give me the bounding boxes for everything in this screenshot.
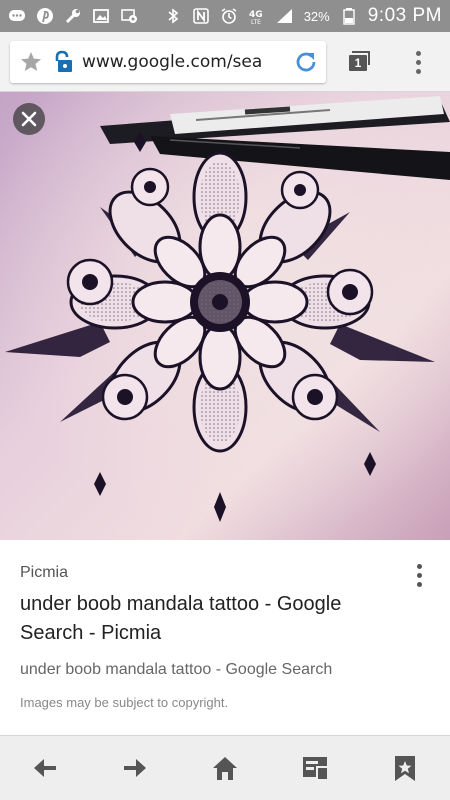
menu-dot xyxy=(416,572,422,578)
signal-icon xyxy=(276,7,294,25)
system-icons: 4G LTE 32% 9:03 PM xyxy=(164,5,442,27)
omnibox[interactable]: www.google.com/sea xyxy=(10,41,326,83)
mandala-tattoo-image xyxy=(0,92,450,540)
image-source[interactable]: Picmia xyxy=(20,564,68,582)
copyright-notice: Images may be subject to copyright. xyxy=(20,695,229,710)
home-icon[interactable] xyxy=(210,753,240,783)
tab-switcher-button[interactable]: 1 xyxy=(343,49,373,75)
battery-icon xyxy=(340,7,358,25)
menu-dot xyxy=(416,581,422,587)
status-bar: 4G LTE 32% 9:03 PM xyxy=(0,0,450,32)
bookmark-star-icon[interactable] xyxy=(18,49,44,75)
menu-dot xyxy=(415,50,421,56)
reader-icon[interactable] xyxy=(300,753,330,783)
nfc-icon xyxy=(192,7,210,25)
browser-toolbar: www.google.com/sea 1 xyxy=(0,32,450,92)
screen-cast-icon xyxy=(120,7,138,25)
browser-menu-button[interactable] xyxy=(406,46,430,78)
close-icon xyxy=(21,111,37,127)
wrench-icon xyxy=(64,7,82,25)
close-button[interactable] xyxy=(13,103,45,135)
lte-icon: 4G LTE xyxy=(248,7,266,25)
back-icon[interactable] xyxy=(30,753,60,783)
clock: 9:03 PM xyxy=(367,5,442,26)
notification-icons xyxy=(8,7,138,25)
bottom-navigation-bar xyxy=(0,735,450,800)
menu-dot xyxy=(416,563,422,569)
tab-count: 1 xyxy=(349,55,367,71)
menu-dot xyxy=(415,68,421,74)
battery-percent: 32% xyxy=(303,8,330,24)
image-title[interactable]: under boob mandala tattoo - Google Searc… xyxy=(20,590,400,648)
reload-icon[interactable] xyxy=(292,48,320,76)
forward-icon[interactable] xyxy=(120,753,150,783)
bluetooth-icon xyxy=(164,7,182,25)
image-info-panel: Picmia under boob mandala tattoo - Googl… xyxy=(0,540,450,735)
svg-text:LTE: LTE xyxy=(251,19,261,25)
image-icon xyxy=(92,7,110,25)
alarm-icon xyxy=(220,7,238,25)
pinterest-icon xyxy=(36,7,54,25)
chat-bubble-icon xyxy=(8,7,26,25)
bookmark-icon[interactable] xyxy=(390,753,420,783)
menu-dot xyxy=(415,59,421,65)
url-text[interactable]: www.google.com/sea xyxy=(82,52,272,72)
image-subtitle[interactable]: under boob mandala tattoo - Google Searc… xyxy=(20,661,332,679)
preview-image[interactable] xyxy=(0,92,450,540)
more-options-button[interactable] xyxy=(408,560,430,590)
lock-icon[interactable] xyxy=(50,49,76,75)
